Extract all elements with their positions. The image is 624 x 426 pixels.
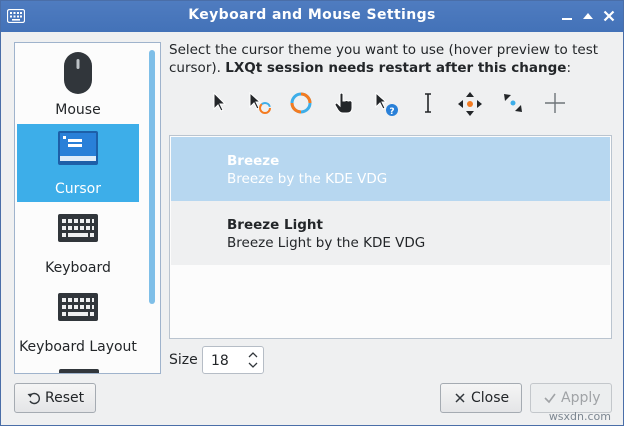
sidebar-item-mouse[interactable]: Mouse	[17, 45, 139, 123]
category-sidebar: Mouse Cursor Keyboard Keyboard Layout	[14, 42, 161, 374]
cursor-preview-row: ?	[201, 89, 581, 119]
sidebar-item-label: Keyboard	[45, 260, 111, 276]
theme-description: Breeze Light by the KDE VDG	[227, 235, 426, 251]
close-label: Close	[471, 390, 510, 406]
keyboard-icon	[58, 214, 98, 242]
busy-arrow-cursor-icon[interactable]	[247, 91, 273, 119]
restart-notice: LXQt session needs restart after this ch…	[225, 60, 567, 76]
close-icon	[455, 393, 465, 403]
ibeam-cursor-icon[interactable]	[423, 91, 433, 119]
size-label: Size	[169, 352, 198, 368]
next-item-icon-peek	[59, 369, 99, 373]
sidebar-item-keyboard-layout[interactable]: Keyboard Layout	[17, 282, 139, 360]
sidebar-scrollbar[interactable]	[149, 50, 155, 304]
reset-label: Reset	[45, 390, 85, 406]
help-cursor-icon[interactable]: ?	[373, 91, 399, 121]
arrow-cursor-icon[interactable]	[211, 91, 227, 117]
move-cursor-icon[interactable]	[457, 91, 483, 121]
minimize-icon[interactable]	[560, 9, 574, 23]
checkmark-icon	[544, 393, 556, 404]
apply-label: Apply	[561, 390, 601, 406]
theme-row-breeze[interactable]: Breeze Breeze by the KDE VDG	[171, 137, 610, 201]
theme-description: Breeze by the KDE VDG	[227, 171, 388, 187]
theme-row-breeze-light[interactable]: Breeze Light Breeze Light by the KDE VDG	[171, 201, 610, 265]
close-button[interactable]: Close	[440, 383, 522, 413]
crosshair-cursor-icon[interactable]	[543, 91, 567, 119]
watermark: wsxdn.com	[548, 410, 611, 423]
maximize-icon[interactable]	[581, 9, 595, 23]
svg-text:?: ?	[389, 107, 394, 117]
wait-cursor-icon[interactable]	[289, 91, 313, 119]
spin-arrows-icon[interactable]	[247, 350, 259, 370]
theme-name: Breeze	[227, 153, 280, 169]
hand-cursor-icon[interactable]	[333, 91, 355, 119]
reset-button[interactable]: Reset	[14, 383, 96, 413]
mouse-icon	[64, 52, 92, 94]
cursor-instructions: Select the cursor theme you want to use …	[169, 41, 617, 77]
close-window-icon[interactable]	[602, 9, 616, 23]
resize-diagonal-cursor-icon[interactable]	[501, 91, 525, 119]
sidebar-item-label: Keyboard Layout	[19, 339, 137, 355]
sidebar-item-label: Cursor	[54, 181, 102, 197]
cursor-theme-list: Breeze Breeze by the KDE VDG Breeze Ligh…	[169, 135, 612, 339]
sidebar-item-label: Mouse	[55, 102, 101, 118]
cursor-panel-icon	[58, 131, 98, 165]
title-bar[interactable]: Keyboard and Mouse Settings	[1, 1, 623, 32]
keyboard-layout-icon	[58, 293, 98, 321]
settings-window: Keyboard and Mouse Settings Mouse Cursor…	[0, 0, 624, 426]
apply-button[interactable]: Apply	[530, 383, 612, 413]
size-value: 18	[211, 353, 229, 369]
size-spinbox[interactable]: 18	[202, 346, 264, 374]
instruction-suffix: :	[566, 60, 571, 76]
window-title: Keyboard and Mouse Settings	[188, 7, 436, 23]
undo-icon	[27, 392, 40, 405]
sidebar-item-cursor[interactable]: Cursor	[17, 124, 139, 202]
sidebar-item-keyboard[interactable]: Keyboard	[17, 203, 139, 281]
theme-name: Breeze Light	[227, 217, 323, 233]
